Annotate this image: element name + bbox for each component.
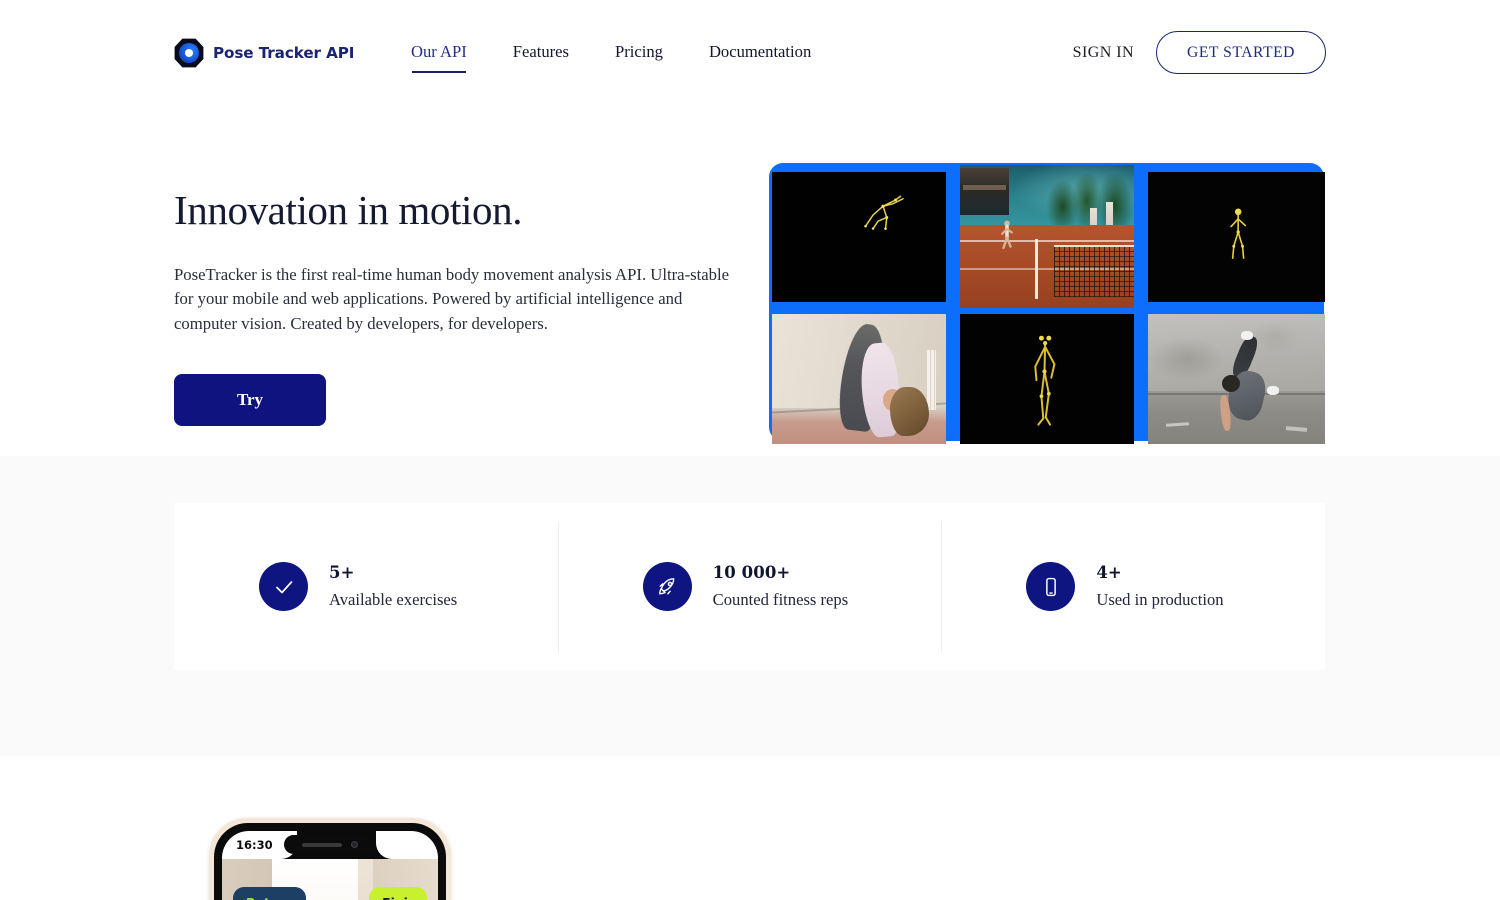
athlete-shoe-down [1266, 385, 1279, 395]
athlete-shoe-up [1240, 330, 1254, 340]
media-tile-tennis-court[interactable] [960, 165, 1134, 308]
pose-skeleton-icon [1230, 208, 1247, 260]
try-button[interactable]: Try [174, 373, 326, 426]
stat-counted-fitness-reps: 10 000+ Counted fitness reps [557, 503, 942, 670]
media-tile-yoga-fold[interactable] [772, 314, 946, 444]
nav-item-features[interactable]: Features [513, 40, 569, 73]
phone-frame: 16:30 Retour Finir [214, 823, 446, 900]
hero-copy: Innovation in motion. PoseTracker is the… [174, 187, 744, 426]
nav-item-documentation[interactable]: Documentation [709, 40, 811, 73]
media-grid [771, 165, 1325, 444]
stat-used-in-production: 4+ Used in production [941, 503, 1325, 670]
phone-demo-section: 16:30 Retour Finir [0, 756, 1500, 900]
yoga-radiator [926, 350, 936, 411]
main-nav: Our API Features Pricing Documentation [411, 40, 811, 74]
status-bar-time: 16:30 [236, 838, 273, 852]
tennis-net [1053, 245, 1134, 297]
earpiece-speaker-icon [302, 842, 342, 847]
tennis-runner-figure [1001, 220, 1013, 250]
check-icon [259, 562, 308, 611]
stat-label: Counted fitness reps [712, 590, 849, 609]
media-tile-skeleton-plank[interactable] [772, 172, 946, 302]
brand-name: Pose Tracker API [213, 44, 355, 62]
tennis-building [960, 167, 1009, 216]
get-started-button[interactable]: GET STARTED [1156, 31, 1326, 74]
hero-subtitle: PoseTracker is the first real-time human… [174, 264, 730, 333]
stat-value: 4+ [1096, 563, 1122, 582]
mobile-icon [1026, 562, 1076, 611]
pose-eye-logo-icon [174, 38, 204, 68]
yoga-hair [890, 386, 929, 437]
nav-item-our-api[interactable]: Our API [411, 40, 467, 74]
athlete-head [1222, 375, 1241, 392]
pose-skeleton-icon [1034, 335, 1056, 426]
header-actions: SIGN IN GET STARTED [1073, 31, 1326, 74]
stat-value: 10 000+ [712, 563, 791, 582]
site-header: Pose Tracker API Our API Features Pricin… [0, 0, 1500, 106]
hero-section: Innovation in motion. PoseTracker is the… [0, 106, 1500, 456]
media-tile-skeleton-standing[interactable] [1148, 172, 1325, 302]
brand-logo-link[interactable]: Pose Tracker API [174, 38, 354, 68]
phone-mockup: 16:30 Retour Finir [209, 818, 451, 900]
stats-section: 5+ Available exercises 10 000+ Counted f… [0, 456, 1500, 756]
sign-in-link[interactable]: SIGN IN [1073, 44, 1134, 62]
finir-button[interactable]: Finir [369, 887, 427, 900]
nav-item-pricing[interactable]: Pricing [615, 40, 663, 73]
media-showcase-panel [769, 163, 1325, 444]
media-tile-concrete-handstand[interactable] [1148, 314, 1325, 444]
front-camera-icon [351, 841, 358, 848]
stat-label: Available exercises [329, 590, 458, 609]
rocket-icon [642, 562, 692, 611]
stat-label: Used in production [1096, 590, 1224, 609]
stats-card: 5+ Available exercises 10 000+ Counted f… [174, 503, 1325, 670]
stat-available-exercises: 5+ Available exercises [174, 503, 558, 670]
stat-value: 5+ [329, 563, 355, 582]
phone-screen: 16:30 Retour Finir [222, 831, 438, 900]
page-title: Innovation in motion. [174, 187, 523, 233]
pose-skeleton-icon [863, 195, 904, 231]
phone-notch [284, 835, 376, 854]
media-tile-skeleton-full-body[interactable] [960, 314, 1134, 444]
retour-button[interactable]: Retour [233, 887, 307, 900]
status-bar-right [376, 831, 438, 859]
tennis-net-post [1034, 239, 1038, 300]
